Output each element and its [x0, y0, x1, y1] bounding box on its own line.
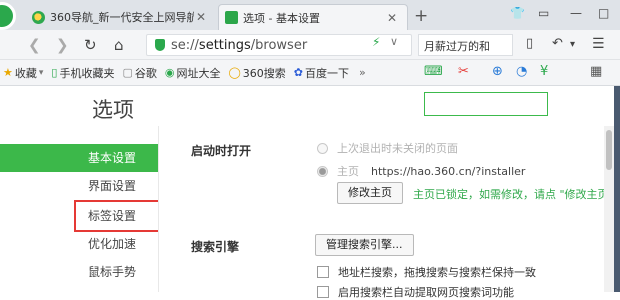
star-icon: ★ — [3, 66, 13, 79]
checkbox-icon — [317, 286, 329, 298]
home-locked-note: 主页已锁定，如需修改，请点 "修改主页 — [413, 188, 609, 201]
startup-label: 启动时打开 — [191, 144, 252, 158]
speed-mode-icon[interactable]: ⚡ — [372, 35, 380, 49]
chevron-down-icon[interactable]: ∨ — [390, 35, 398, 48]
restore-window-icon[interactable]: ▭ — [538, 6, 549, 20]
bookmark-item[interactable]: ✿ 百度一下 — [294, 65, 349, 81]
phone-icon: ▯ — [51, 66, 58, 79]
tab-settings[interactable]: 选项 - 基本设置 ✕ — [218, 4, 408, 30]
sidebar-item-optimize[interactable]: 优化加速 — [0, 230, 158, 258]
settings-search-input[interactable] — [424, 92, 548, 116]
manage-search-engines-button[interactable]: 管理搜索引擎... — [315, 234, 414, 256]
chevron-down-icon[interactable]: ▾ — [570, 39, 575, 50]
scissors-icon[interactable]: ✂ — [458, 64, 469, 79]
360-icon: ◯ — [228, 66, 241, 79]
search-engine-label: 搜索引擎 — [191, 240, 240, 254]
back-icon[interactable]: ❮ — [28, 36, 41, 54]
close-tab-icon[interactable]: ✕ — [385, 11, 399, 25]
tab-strip: 360导航_新一代安全上网导航 ✕ 选项 - 基本设置 ✕ + 👕 ▭ — □ — [0, 0, 620, 30]
sidebar-item-basic[interactable]: 基本设置 — [0, 144, 158, 172]
page-icon: ▢ — [122, 66, 133, 79]
new-tab-icon[interactable]: + — [414, 6, 428, 26]
translate-icon[interactable]: ⌨ — [424, 64, 443, 79]
shirt-skin-icon[interactable]: 👕 — [510, 6, 525, 20]
address-url: se://settings/browser — [171, 37, 308, 53]
radio-icon — [317, 165, 328, 177]
chevron-down-icon: ▾ — [38, 67, 44, 78]
extract-search-term-checkbox[interactable]: 启用搜索栏自动提取网页搜索词功能 — [317, 284, 514, 300]
apps-grid-icon[interactable]: ▦ — [590, 64, 602, 79]
360-browser-logo-icon[interactable] — [0, 2, 16, 30]
close-tab-icon[interactable]: ✕ — [194, 10, 208, 24]
tab-360-nav[interactable]: 360导航_新一代安全上网导航 ✕ — [26, 4, 216, 30]
paw-icon: ✿ — [293, 66, 304, 79]
home-icon[interactable]: ⌂ — [114, 36, 124, 54]
wallet-icon[interactable]: ¥ — [540, 64, 548, 79]
gamepad-icon[interactable]: ⊕ — [492, 64, 503, 79]
settings-header: 选项 — [0, 86, 620, 126]
tab-title: 360导航_新一代安全上网导航 — [50, 11, 194, 24]
bookmark-item[interactable]: ★ 收藏 ▾ — [3, 65, 43, 81]
tab-title: 选项 - 基本设置 — [243, 11, 320, 25]
maximize-icon[interactable]: □ — [598, 6, 609, 20]
minimize-icon[interactable]: — — [570, 6, 582, 20]
modify-home-button[interactable]: 修改主页 — [337, 182, 403, 204]
reload-icon[interactable]: ↻ — [84, 36, 97, 54]
settings-favicon-icon — [225, 11, 238, 24]
bookmark-item[interactable]: ▯ 手机收藏夹 — [51, 65, 114, 81]
scrollbar-thumb[interactable] — [606, 130, 612, 170]
menu-icon[interactable]: ☰ — [592, 36, 605, 52]
home-url: https://hao.360.cn/?installer — [371, 164, 526, 178]
globe-icon: ◉ — [164, 66, 175, 79]
sidebar-item-interface[interactable]: 界面设置 — [0, 172, 158, 200]
bookmark-item[interactable]: ◉ 网址大全 — [165, 65, 221, 81]
sidebar-item-mouse-gestures[interactable]: 鼠标手势 — [0, 258, 158, 286]
search-input[interactable]: 月薪过万的和 — [418, 34, 513, 56]
startup-restore-radio[interactable]: 上次退出时未关闭的页面 — [317, 140, 458, 156]
undo-close-icon[interactable]: ↶ — [552, 36, 563, 51]
checkbox-icon — [317, 266, 329, 278]
page-title: 选项 — [92, 98, 134, 122]
360-favicon-icon — [32, 10, 45, 24]
forward-icon[interactable]: ❯ — [56, 36, 69, 54]
bookmarks-more-icon[interactable]: » — [359, 66, 366, 79]
settings-content: 启动时打开 上次退出时未关闭的页面 主页 https://hao.360.cn/… — [158, 126, 620, 299]
navigation-bar: ❮ ❯ ↻ ⌂ se://settings/browser ⚡ ∨ 月薪过万的和… — [0, 30, 620, 60]
radio-icon — [317, 142, 328, 154]
highlight-annotation — [74, 200, 161, 232]
device-icon[interactable]: ▯ — [526, 36, 533, 51]
shield-icon — [155, 39, 165, 51]
chat-icon[interactable]: ◔ — [516, 64, 527, 79]
startup-home-radio[interactable]: 主页 https://hao.360.cn/?installer — [317, 163, 525, 179]
bookmark-item[interactable]: ▢ 谷歌 — [122, 65, 156, 81]
addressbar-search-checkbox[interactable]: 地址栏搜索，拖拽搜索与搜索栏保持一致 — [317, 264, 536, 280]
bookmark-item[interactable]: ◯ 360搜索 — [228, 65, 285, 81]
window-edge — [614, 86, 620, 292]
